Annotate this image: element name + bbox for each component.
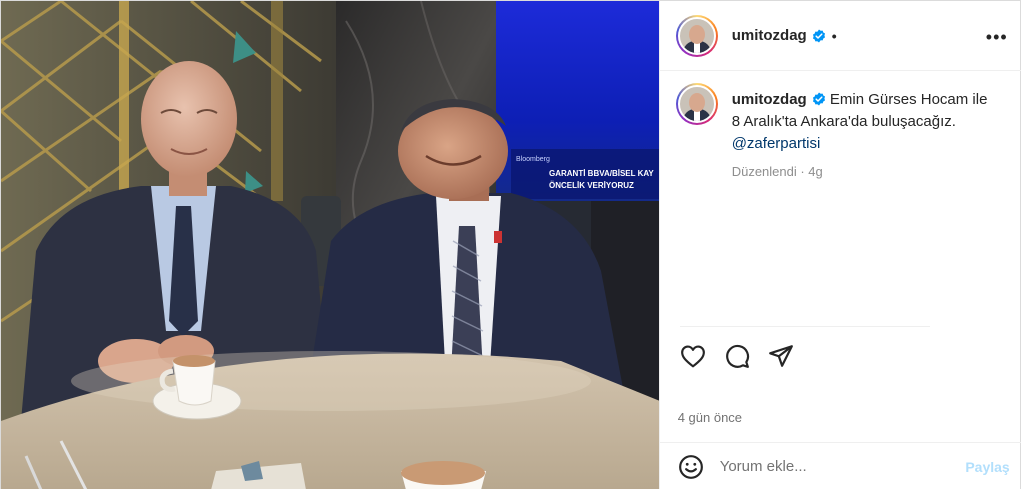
heart-icon [680, 345, 705, 368]
like-button[interactable] [678, 341, 708, 371]
tv-headline-2: ÖNCELİK VERİYORUZ [549, 181, 634, 190]
share-icon [768, 345, 793, 367]
post-timestamp[interactable]: 4 gün önce [678, 410, 742, 425]
tv-brand: Bloomberg [516, 156, 550, 163]
post-image: Bloomberg GARANTİ BBVA/BİSEL KAY ÖNCELİK… [1, 1, 659, 489]
tv-headline-1: GARANTİ BBVA/BİSEL KAY [549, 169, 654, 178]
comment-bar: Paylaş [659, 442, 1021, 489]
caption-mention-link[interactable]: @zaferpartisi [732, 135, 821, 152]
instagram-post: Bloomberg GARANTİ BBVA/BİSEL KAY ÖNCELİK… [0, 0, 1021, 489]
caption-avatar-image [677, 85, 716, 123]
verified-badge-icon [812, 92, 825, 106]
caption-text-line2: 8 Aralık'ta Ankara'da buluşacağız. [731, 113, 956, 130]
caption-edited-time: Düzenlendi · 4g [731, 164, 823, 179]
share-button[interactable] [766, 341, 796, 371]
caption-username[interactable]: umitozdag [732, 91, 807, 108]
avatar[interactable] [675, 14, 718, 57]
divider [679, 326, 930, 327]
action-bar [678, 341, 810, 371]
more-icon[interactable]: ••• [986, 27, 1008, 48]
caption-body: umitozdag Emin Gürses Hocam ile 8 Aralık… [732, 89, 988, 183]
emoji-icon[interactable] [678, 454, 704, 480]
caption: umitozdag Emin Gürses Hocam ile 8 Aralık… [675, 83, 1006, 183]
post-comment-button[interactable]: Paylaş [965, 459, 1009, 475]
header-username[interactable]: umitozdag [732, 27, 807, 44]
comment-button[interactable] [722, 341, 752, 371]
verified-badge-icon [812, 29, 825, 42]
avatar-face [688, 93, 705, 112]
comment-icon [725, 344, 749, 368]
comment-input[interactable] [719, 458, 940, 475]
avatar-image [677, 16, 716, 55]
avatar-face [688, 24, 705, 44]
header-separator: • [831, 27, 837, 44]
post-photo[interactable]: Bloomberg GARANTİ BBVA/BİSEL KAY ÖNCELİK… [1, 1, 659, 489]
post-sidebar: umitozdag • ••• umitozdag Emin Gürses Ho… [658, 1, 1021, 489]
post-header: umitozdag • ••• [659, 1, 1021, 71]
caption-avatar[interactable] [675, 83, 718, 125]
caption-text-line1: Emin Gürses Hocam ile [829, 91, 988, 108]
